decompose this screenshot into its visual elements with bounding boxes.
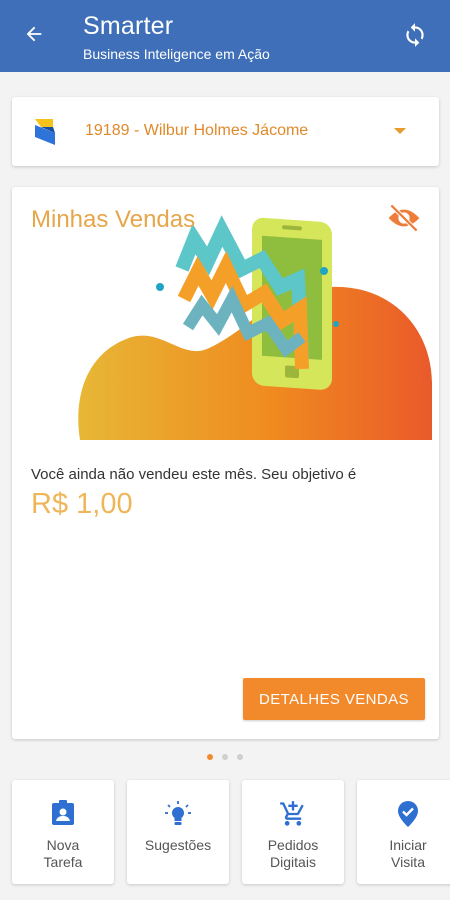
- action-sugestoes[interactable]: Sugestões: [127, 780, 229, 884]
- action-label: Nova: [46, 837, 80, 853]
- dropdown-caret-icon[interactable]: [394, 128, 406, 134]
- client-name: 19189 - Wilbur Holmes Jácome: [85, 122, 309, 139]
- app-bar: Smarter Business Inteligence em Ação: [0, 0, 450, 72]
- action-nova-tarefa[interactable]: Nova Tarefa: [12, 780, 114, 884]
- sales-details-button[interactable]: DETALHES VENDAS: [243, 678, 425, 720]
- action-iniciar-visita[interactable]: Iniciar Visita: [357, 780, 450, 884]
- sales-goal-amount: R$ 1,00: [31, 488, 133, 520]
- task-badge-icon: [12, 800, 114, 828]
- pager-dot[interactable]: [207, 754, 213, 760]
- action-label: Sugestões: [144, 837, 212, 853]
- pager-dot[interactable]: [222, 754, 228, 760]
- eye-off-icon[interactable]: [387, 203, 423, 234]
- app-subtitle: Business Inteligence em Ação: [83, 46, 270, 62]
- sales-card-title: Minhas Vendas: [31, 206, 196, 233]
- action-label: Iniciar: [389, 837, 427, 853]
- action-label: Pedidos: [267, 837, 319, 853]
- action-label: Tarefa: [43, 854, 83, 870]
- pager-dot[interactable]: [237, 754, 243, 760]
- sales-message: Você ainda não vendeu este mês. Seu obje…: [31, 466, 357, 483]
- action-label: Digitais: [270, 854, 316, 870]
- arrow-back-icon[interactable]: [18, 18, 50, 50]
- sync-icon[interactable]: [400, 20, 430, 50]
- verified-location-icon: [357, 800, 450, 828]
- action-label: Visita: [391, 854, 425, 870]
- lightbulb-icon: [127, 800, 229, 828]
- quick-actions: Nova Tarefa Sugestões Pedidos Digitais Ini…: [12, 780, 450, 884]
- smarter-logo: [33, 117, 59, 147]
- app-title: Smarter: [83, 12, 174, 40]
- pager-indicator: [0, 754, 450, 760]
- client-selector[interactable]: 19189 - Wilbur Holmes Jácome: [12, 97, 439, 166]
- sales-illustration: [78, 215, 432, 440]
- action-pedidos-digitais[interactable]: Pedidos Digitais: [242, 780, 344, 884]
- sales-card: Minhas Vendas Você ainda não vendeu este…: [12, 187, 439, 739]
- add-cart-icon: [242, 800, 344, 828]
